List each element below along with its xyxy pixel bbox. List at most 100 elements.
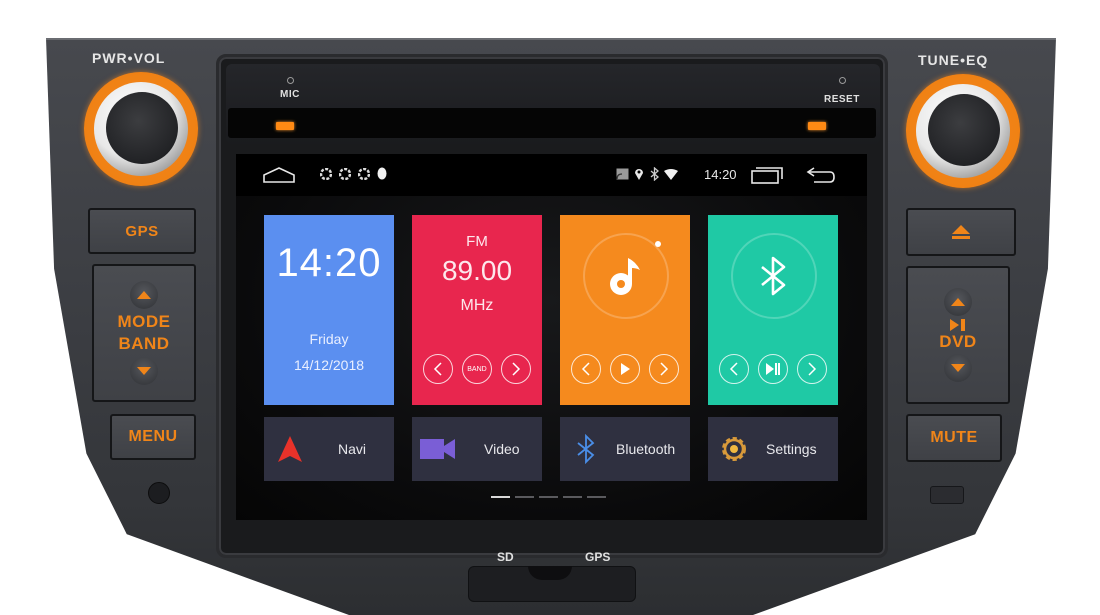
bt-play-pause-button[interactable] xyxy=(757,354,788,384)
sd-label: SD xyxy=(497,550,514,564)
arrow-down-icon xyxy=(951,364,965,372)
power-volume-knob[interactable] xyxy=(84,72,198,186)
bluetooth-circle xyxy=(731,233,817,319)
dvd-down-button[interactable] xyxy=(944,354,972,382)
pwr-vol-label: PWR•VOL xyxy=(92,50,166,66)
mic-label: MIC xyxy=(280,89,300,100)
music-play-button[interactable] xyxy=(609,354,640,384)
bt-prev-button[interactable] xyxy=(718,354,749,384)
play-pause-icon xyxy=(950,319,965,331)
music-controls xyxy=(560,354,690,384)
chevron-left-icon xyxy=(433,362,442,376)
eject-button[interactable] xyxy=(906,208,1016,256)
dvd-slot[interactable] xyxy=(228,108,876,138)
app-label: Video xyxy=(484,441,520,457)
slot-led-left xyxy=(276,122,294,130)
radio-widget[interactable]: FM 89.00 MHz BAND xyxy=(412,215,542,405)
chevron-right-icon xyxy=(512,362,521,376)
clock-day: Friday xyxy=(309,331,349,347)
mode-label: MODE xyxy=(117,312,171,331)
mute-button[interactable]: MUTE xyxy=(906,414,1002,462)
gps-slot-label: GPS xyxy=(585,550,611,564)
mode-down-button[interactable] xyxy=(130,357,158,385)
chevron-right-icon xyxy=(660,362,669,376)
usb-port xyxy=(930,486,964,504)
video-camera-icon xyxy=(420,439,455,459)
radio-frequency: 89.00 xyxy=(441,255,513,286)
bt-next-button[interactable] xyxy=(797,354,828,384)
back-icon[interactable] xyxy=(806,165,836,185)
radio-next-button[interactable] xyxy=(501,354,532,384)
page-dot-active[interactable] xyxy=(491,496,510,498)
app-label: Settings xyxy=(766,441,817,457)
page-dot[interactable] xyxy=(515,496,534,498)
music-prev-button[interactable] xyxy=(570,354,601,384)
dvd-rocker[interactable]: DVD xyxy=(906,266,1010,404)
app-icon xyxy=(339,168,351,180)
radio-prev-button[interactable] xyxy=(422,354,453,384)
location-icon xyxy=(634,167,644,181)
chevron-left-icon xyxy=(581,362,590,376)
app-icon xyxy=(320,168,332,180)
app-label: Navi xyxy=(338,441,367,457)
slot-led-right xyxy=(808,122,826,130)
mode-band-rocker[interactable]: MODE BAND xyxy=(92,264,196,402)
mode-up-button[interactable] xyxy=(130,281,158,309)
notification-dot-icon xyxy=(377,167,387,180)
wifi-icon xyxy=(664,169,678,180)
clock-time: 14:20 xyxy=(276,241,382,285)
radio-unit: MHz xyxy=(460,297,494,314)
gps-button[interactable]: GPS xyxy=(88,208,196,254)
knob-cap xyxy=(106,92,178,164)
band-label: BAND xyxy=(118,334,170,353)
dvd-up-button[interactable] xyxy=(944,288,972,316)
app-label: Bluetooth xyxy=(616,441,676,457)
recent-apps-icon[interactable] xyxy=(750,165,784,185)
home-icon[interactable] xyxy=(262,166,296,184)
bluetooth-icon xyxy=(577,434,595,464)
arrow-down-icon xyxy=(137,367,151,375)
eject-icon xyxy=(952,225,970,239)
cast-icon xyxy=(616,168,629,180)
app-icon xyxy=(358,168,370,180)
page-indicator xyxy=(491,496,606,498)
app-tile-settings[interactable]: Settings xyxy=(708,417,838,481)
clock-widget[interactable]: 14:20 Friday 14/12/2018 xyxy=(264,215,394,405)
page-dot[interactable] xyxy=(563,496,582,498)
play-pause-icon xyxy=(765,363,780,375)
radio-band-button[interactable]: BAND xyxy=(461,354,492,384)
menu-button[interactable]: MENU xyxy=(110,414,196,460)
touchscreen: 14:20 14:20 Friday 14/12/2018 FM 89.00 M… xyxy=(236,154,867,520)
page-dot[interactable] xyxy=(587,496,606,498)
music-circle xyxy=(583,233,669,319)
gps-button-label: GPS xyxy=(125,222,159,240)
radio-controls: BAND xyxy=(412,354,542,384)
reset-pinhole[interactable] xyxy=(839,77,846,84)
arrow-up-icon xyxy=(137,291,151,299)
tune-eq-label: TUNE•EQ xyxy=(918,52,989,68)
progress-dot xyxy=(655,241,661,247)
music-note-icon xyxy=(610,258,640,295)
tune-eq-knob[interactable] xyxy=(906,74,1020,188)
dvd-label: DVD xyxy=(939,332,977,351)
page-dot[interactable] xyxy=(539,496,558,498)
bluetooth-controls xyxy=(708,354,838,384)
app-tile-bluetooth[interactable]: Bluetooth xyxy=(560,417,690,481)
arrow-up-icon xyxy=(951,298,965,306)
bluetooth-icon xyxy=(650,167,659,181)
app-tile-video[interactable]: Video xyxy=(412,417,542,481)
gear-icon xyxy=(722,437,746,461)
app-tile-navi[interactable]: Navi xyxy=(264,417,394,481)
navigation-arrow-icon xyxy=(278,436,302,462)
mic-pinhole xyxy=(287,77,294,84)
chevron-right-icon xyxy=(808,362,817,376)
menu-button-label: MENU xyxy=(128,428,178,445)
chevron-left-icon xyxy=(729,362,738,376)
radio-band: FM xyxy=(466,233,488,250)
music-next-button[interactable] xyxy=(649,354,680,384)
status-time: 14:20 xyxy=(704,167,737,182)
bluetooth-widget[interactable] xyxy=(708,215,838,405)
mute-button-label: MUTE xyxy=(930,429,978,446)
clock-date: 14/12/2018 xyxy=(293,357,365,373)
music-widget[interactable] xyxy=(560,215,690,405)
